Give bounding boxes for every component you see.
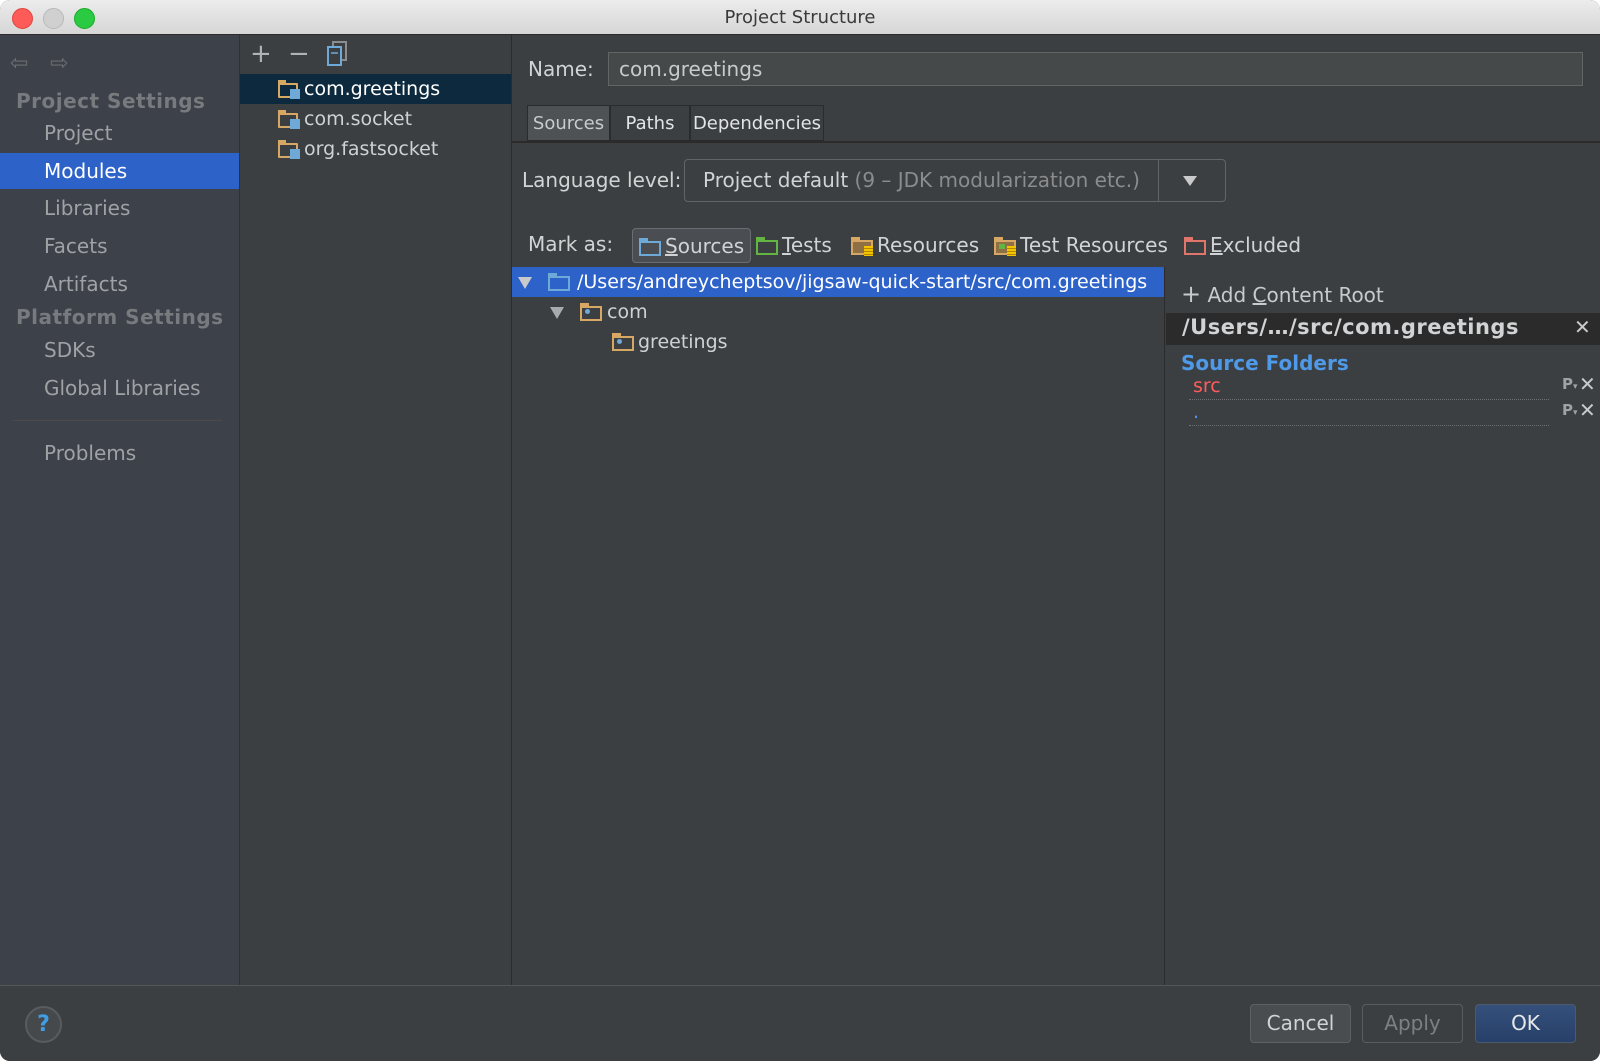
title-bar: Project Structure — [0, 0, 1600, 35]
apply-button[interactable]: Apply — [1362, 1004, 1463, 1043]
mark-as-resources-button[interactable]: Resources — [851, 228, 979, 263]
ok-button[interactable]: OK — [1475, 1004, 1576, 1043]
tree-row[interactable]: /Users/andreycheptsov/jigsaw-quick-start… — [512, 267, 1164, 297]
add-content-root-button[interactable]: + Add Content Root — [1181, 280, 1384, 308]
module-folder-icon — [278, 110, 300, 129]
language-level-label: Language level: — [522, 168, 682, 192]
help-button[interactable]: ? — [25, 1006, 62, 1043]
expand-arrow-icon[interactable] — [550, 307, 564, 319]
arrow-left-icon[interactable]: ⇦ — [10, 51, 28, 76]
package-prefix-button[interactable]: P▾ — [1562, 375, 1578, 393]
package-prefix-button[interactable]: P▾ — [1562, 401, 1578, 419]
tab-paths[interactable]: Paths — [610, 105, 690, 141]
content-root-panel: + Add Content Root /Users/…/src/com.gree… — [1165, 267, 1600, 985]
module-item[interactable]: org.fastsocket — [240, 134, 511, 164]
sidebar-item-libraries[interactable]: Libraries — [0, 190, 239, 226]
module-name: org.fastsocket — [304, 138, 439, 160]
source-folder-row: src — [1189, 375, 1549, 400]
language-level-hint: (9 – JDK modularization etc.) — [854, 168, 1140, 192]
sidebar-item-global-libraries[interactable]: Global Libraries — [0, 370, 239, 406]
sidebar: ⇦ ⇨ Project Settings Project Modules Lib… — [0, 35, 240, 985]
remove-source-folder-icon[interactable]: ✕ — [1579, 372, 1596, 396]
tests-folder-icon — [756, 237, 778, 255]
name-label: Name: — [528, 57, 594, 81]
test-resources-folder-icon — [994, 237, 1016, 256]
content-root-path: /Users/…/src/com.greetings — [1182, 315, 1519, 339]
sidebar-item-modules[interactable]: Modules — [0, 153, 239, 189]
sidebar-item-facets[interactable]: Facets — [0, 228, 239, 264]
tree-row[interactable]: greetings — [512, 327, 1164, 357]
sidebar-item-artifacts[interactable]: Artifacts — [0, 266, 239, 302]
remove-module-button[interactable]: − — [288, 39, 310, 69]
expand-arrow-icon[interactable] — [518, 277, 532, 289]
module-item[interactable]: com.greetings — [240, 74, 511, 104]
tab-dependencies[interactable]: Dependencies — [690, 105, 824, 141]
remove-source-folder-icon[interactable]: ✕ — [1579, 398, 1596, 422]
sources-folder-icon — [639, 238, 661, 256]
module-item[interactable]: com.socket — [240, 104, 511, 134]
window-title: Project Structure — [724, 7, 876, 28]
remove-content-root-icon[interactable]: ✕ — [1574, 315, 1591, 339]
project-structure-window: Project Structure ⇦ ⇨ Project Settings P… — [0, 0, 1600, 1061]
module-name-input[interactable]: com.greetings — [608, 52, 1583, 86]
tree-row-label: /Users/andreycheptsov/jigsaw-quick-start… — [577, 271, 1148, 293]
source-root-folder-icon — [548, 273, 570, 291]
mark-as-excluded-button[interactable]: Excluded — [1184, 228, 1301, 263]
modules-panel: + − com.greetings com.socket org.fastsoc… — [240, 35, 512, 985]
excluded-folder-icon — [1184, 237, 1206, 255]
sidebar-divider — [12, 420, 222, 421]
tabs-underline — [512, 141, 1600, 143]
section-header-project-settings: Project Settings — [16, 89, 206, 113]
source-folder-row: . — [1189, 401, 1549, 426]
cancel-button[interactable]: Cancel — [1250, 1004, 1351, 1043]
section-header-platform-settings: Platform Settings — [16, 305, 224, 329]
dropdown-separator — [1158, 160, 1159, 201]
module-name: com.greetings — [304, 78, 441, 100]
plus-icon: + — [1181, 280, 1202, 308]
resources-folder-icon — [851, 237, 873, 256]
copy-icon[interactable] — [326, 41, 348, 74]
language-level-value: Project default — [703, 168, 849, 192]
content-root-tree: /Users/andreycheptsov/jigsaw-quick-start… — [512, 267, 1164, 985]
language-level-dropdown[interactable]: Project default (9 – JDK modularization … — [684, 159, 1226, 202]
mark-as-label: Mark as: — [528, 232, 614, 256]
mark-as-tests-button[interactable]: Tests — [756, 228, 832, 263]
source-folder-name: src — [1193, 375, 1223, 397]
sidebar-item-sdks[interactable]: SDKs — [0, 332, 239, 368]
source-folders-header: Source Folders — [1181, 351, 1349, 375]
content-root-header: /Users/…/src/com.greetings ✕ — [1166, 313, 1600, 345]
arrow-right-icon[interactable]: ⇨ — [50, 51, 68, 76]
mark-as-sources-button[interactable]: Sources — [632, 228, 752, 263]
tab-sources[interactable]: Sources — [527, 105, 610, 141]
tree-row[interactable]: com — [512, 297, 1164, 327]
package-folder-icon — [612, 333, 634, 351]
chevron-down-icon[interactable] — [1183, 176, 1197, 186]
tree-row-label: greetings — [638, 331, 728, 353]
module-folder-icon — [278, 140, 300, 159]
sidebar-item-project[interactable]: Project — [0, 115, 239, 151]
module-name: com.socket — [304, 108, 413, 130]
add-module-button[interactable]: + — [250, 39, 272, 69]
mark-as-test-resources-button[interactable]: Test Resources — [994, 228, 1168, 263]
tree-row-label: com — [607, 301, 648, 323]
source-folder-name: . — [1193, 401, 1202, 423]
sidebar-item-problems[interactable]: Problems — [0, 435, 239, 471]
module-folder-icon — [278, 80, 300, 99]
dialog-footer — [0, 986, 1600, 1061]
package-folder-icon — [580, 303, 602, 321]
